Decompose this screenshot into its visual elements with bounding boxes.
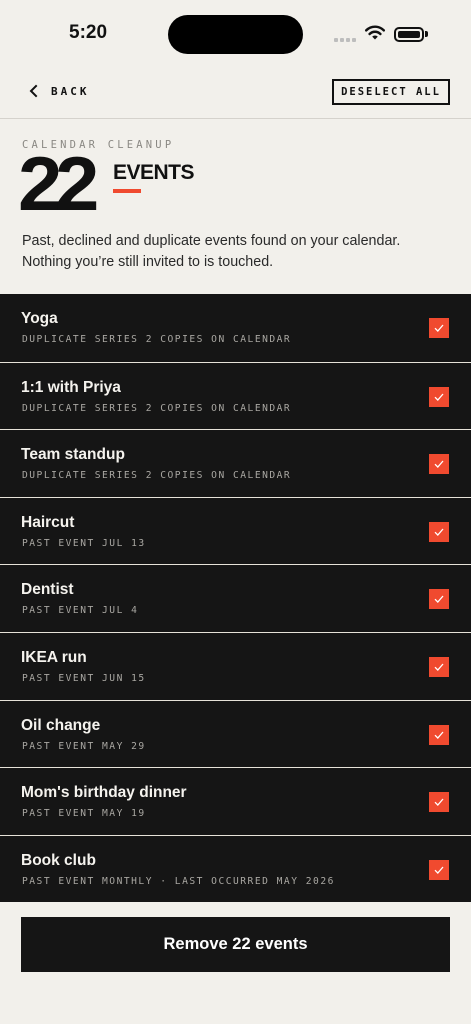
wifi-icon bbox=[365, 25, 385, 40]
event-row[interactable]: 1:1 with Priya DUPLICATE SERIES 2 COPIES … bbox=[0, 361, 471, 430]
event-checkbox[interactable] bbox=[429, 859, 449, 880]
event-count: 22 bbox=[18, 142, 99, 227]
event-row[interactable]: Haircut PAST EVENT JUL 13 bbox=[0, 496, 471, 565]
event-checkbox[interactable] bbox=[429, 656, 449, 677]
event-row[interactable]: Mom's birthday dinner PAST EVENT MAY 19 bbox=[0, 767, 471, 835]
event-checkbox[interactable] bbox=[429, 792, 449, 813]
event-subtitle: DUPLICATE SERIES 2 COPIES ON CALENDAR bbox=[22, 334, 292, 345]
event-row[interactable]: Oil change PAST EVENT MAY 29 bbox=[0, 699, 471, 768]
checkmark-icon bbox=[434, 324, 444, 332]
event-row[interactable]: Dentist PAST EVENT JUL 4 bbox=[0, 564, 471, 632]
back-button[interactable]: BACK bbox=[27, 84, 90, 98]
event-row[interactable]: Team standup DUPLICATE SERIES 2 COPIES ON… bbox=[0, 429, 471, 497]
event-checkbox[interactable] bbox=[429, 318, 449, 338]
event-subtitle: PAST EVENT JUL 4 bbox=[22, 605, 139, 617]
event-checkbox[interactable] bbox=[429, 589, 449, 610]
cellular-signal-icon bbox=[334, 38, 356, 42]
event-subtitle: PAST EVENT JUL 13 bbox=[22, 537, 146, 549]
event-count-label: EVENTS bbox=[113, 161, 195, 184]
checkmark-icon bbox=[434, 663, 444, 671]
event-row[interactable]: IKEA run PAST EVENT JUN 15 bbox=[0, 631, 471, 700]
event-title: Book club bbox=[21, 851, 96, 869]
nav-bar: BACK DESELECT ALL bbox=[0, 70, 471, 119]
summary-header: CALENDAR CLEANUP 22 EVENTS Past, decline… bbox=[0, 119, 471, 294]
event-subtitle: PAST EVENT JUN 15 bbox=[22, 672, 146, 684]
event-subtitle: PAST EVENT MAY 19 bbox=[22, 808, 146, 820]
checkmark-icon bbox=[434, 595, 444, 604]
event-checkbox[interactable] bbox=[429, 386, 449, 407]
event-subtitle: PAST EVENT MAY 29 bbox=[22, 740, 146, 752]
event-list: Yoga DUPLICATE SERIES 2 COPIES ON CALENDA… bbox=[0, 294, 471, 903]
event-row[interactable]: Yoga DUPLICATE SERIES 2 COPIES ON CALENDA… bbox=[0, 294, 471, 362]
event-subtitle: DUPLICATE SERIES 2 COPIES ON CALENDAR bbox=[22, 470, 292, 482]
checkmark-icon bbox=[434, 731, 444, 739]
checkmark-icon bbox=[434, 866, 444, 874]
event-subtitle: DUPLICATE SERIES 2 COPIES ON CALENDAR bbox=[22, 402, 292, 414]
description-text: Past, declined and duplicate events foun… bbox=[22, 233, 401, 270]
checkmark-icon bbox=[434, 798, 444, 807]
event-title: Team standup bbox=[21, 446, 125, 464]
event-title: Mom's birthday dinner bbox=[21, 784, 187, 802]
dynamic-island bbox=[168, 15, 303, 54]
event-checkbox[interactable] bbox=[429, 521, 449, 542]
status-bar: 5:20 bbox=[0, 0, 471, 70]
checkmark-icon bbox=[434, 393, 444, 401]
checkmark-icon bbox=[434, 460, 444, 469]
event-title: Dentist bbox=[21, 581, 74, 599]
battery-icon bbox=[394, 27, 424, 42]
chevron-left-icon bbox=[29, 84, 38, 98]
event-checkbox[interactable] bbox=[429, 724, 449, 745]
event-title: Oil change bbox=[21, 716, 101, 734]
event-title: Haircut bbox=[21, 513, 75, 531]
back-label: BACK bbox=[51, 84, 90, 98]
battery-nub bbox=[425, 31, 428, 37]
event-title: 1:1 with Priya bbox=[21, 378, 121, 396]
event-title: IKEA run bbox=[21, 648, 87, 666]
event-subtitle: PAST EVENT MONTHLY · LAST OCCURRED MAY 2… bbox=[22, 875, 335, 887]
accent-underline bbox=[113, 189, 141, 193]
status-time: 5:20 bbox=[69, 22, 108, 43]
event-row[interactable]: Book club PAST EVENT MONTHLY · LAST OCCUR… bbox=[0, 834, 471, 903]
event-checkbox[interactable] bbox=[429, 454, 449, 475]
event-title: Yoga bbox=[21, 310, 58, 327]
remove-events-button[interactable]: Remove 22 events bbox=[21, 917, 450, 972]
checkmark-icon bbox=[434, 528, 444, 536]
deselect-all-button[interactable]: DESELECT ALL bbox=[332, 79, 450, 105]
